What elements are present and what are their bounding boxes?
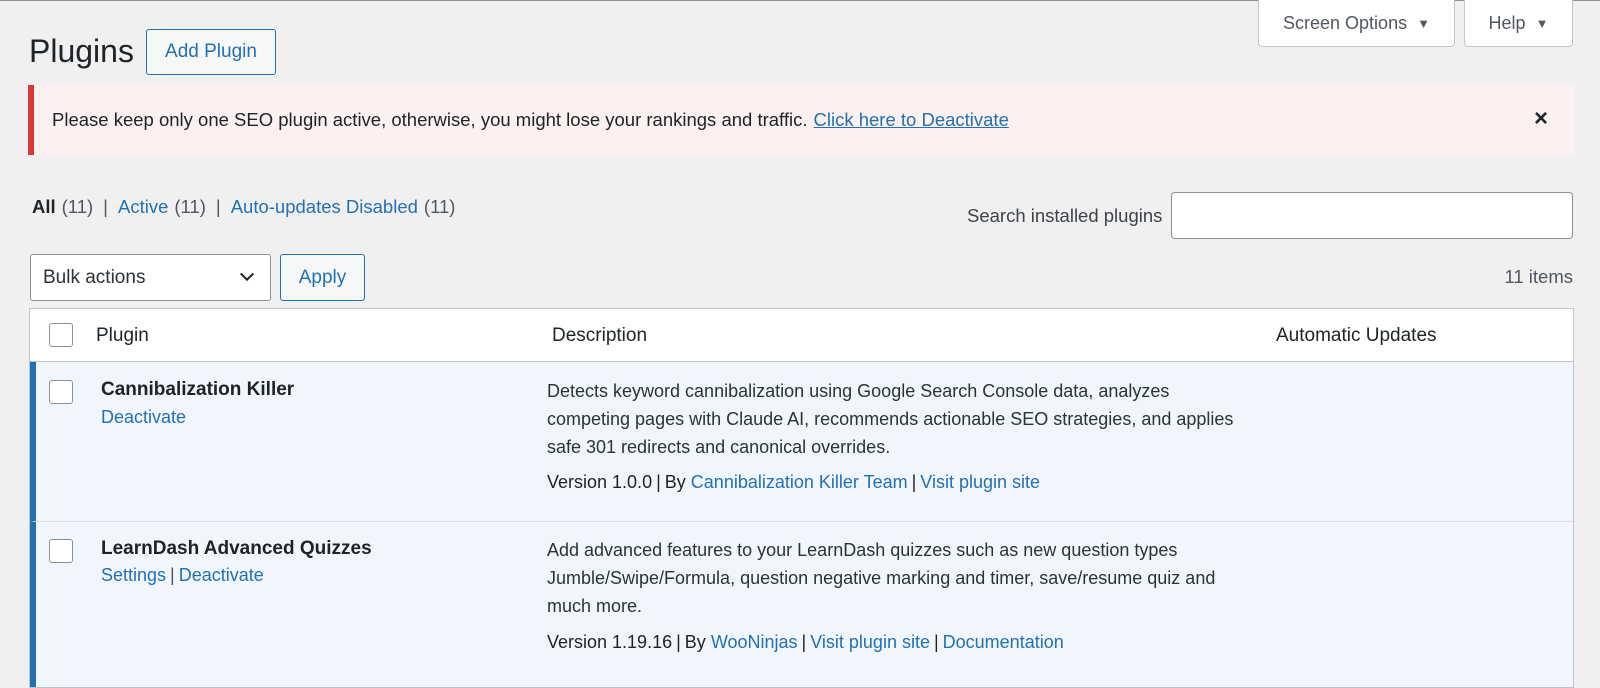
- chevron-down-icon: [239, 272, 255, 282]
- caret-down-icon: ▼: [1417, 15, 1430, 31]
- column-plugin: Plugin: [96, 325, 149, 346]
- filter-active[interactable]: Active: [118, 196, 168, 218]
- settings-link[interactable]: Settings: [101, 565, 166, 585]
- by-label: By: [684, 632, 706, 652]
- deactivate-link[interactable]: Deactivate: [179, 565, 264, 585]
- caret-down-icon: ▼: [1535, 15, 1549, 31]
- screen-options-tab[interactable]: Screen Options ▼: [1258, 0, 1455, 47]
- items-count: 11 items: [1504, 266, 1573, 287]
- row-actions: Deactivate: [101, 407, 186, 428]
- plugin-meta: Version 1.0.0 | By Cannibalization Killer …: [547, 472, 1041, 492]
- column-automatic-updates: Automatic Updates: [1276, 325, 1437, 346]
- search-label: Search installed plugins: [967, 205, 1163, 226]
- visit-plugin-site-link[interactable]: Visit plugin site: [920, 472, 1040, 492]
- plugin-version: Version 1.19.16: [547, 632, 673, 652]
- by-label: By: [664, 472, 686, 492]
- help-tab[interactable]: Help ▼: [1464, 0, 1573, 47]
- documentation-link[interactable]: Documentation: [943, 632, 1064, 652]
- visit-plugin-site-link[interactable]: Visit plugin site: [810, 632, 930, 652]
- filter-auto-updates-disabled[interactable]: Auto-updates Disabled: [231, 196, 418, 218]
- plugin-description: Detects keyword cannibalization using Go…: [547, 381, 1234, 457]
- deactivate-link[interactable]: Deactivate: [101, 407, 186, 427]
- screen-options-label: Screen Options: [1283, 12, 1408, 33]
- seo-notice: Please keep only one SEO plugin active, …: [28, 85, 1574, 155]
- plugin-name: LearnDash Advanced Quizzes: [101, 538, 372, 559]
- bulk-actions-select[interactable]: Bulk actions: [30, 254, 271, 301]
- table-row: Cannibalization Killer Deactivate Detect…: [30, 362, 1573, 521]
- select-all-checkbox[interactable]: [49, 323, 73, 347]
- apply-button[interactable]: Apply: [280, 254, 365, 301]
- table-header: Plugin Description Automatic Updates: [30, 309, 1573, 362]
- column-description: Description: [552, 325, 648, 346]
- table-row: LearnDash Advanced Quizzes Settings | Deac…: [30, 521, 1573, 687]
- plugin-meta: Version 1.19.16 | By WooNinjas | Visit plugi…: [547, 632, 1064, 652]
- notice-text: Please keep only one SEO plugin active, …: [52, 109, 808, 130]
- search-plugins-input[interactable]: [1171, 192, 1573, 239]
- plugins-table: Plugin Description Automatic Updates Can…: [29, 308, 1574, 688]
- plugin-filters: All (11) | Active (11) | Auto-updates Di…: [32, 196, 455, 218]
- filter-all[interactable]: All: [32, 196, 56, 218]
- author-link[interactable]: Cannibalization Killer Team: [691, 472, 908, 492]
- row-checkbox[interactable]: [49, 539, 73, 563]
- filter-separator: |: [103, 196, 108, 217]
- bulk-actions-value: Bulk actions: [43, 266, 146, 288]
- author-link[interactable]: WooNinjas: [711, 632, 798, 652]
- filter-all-count: (11): [61, 196, 94, 217]
- plugin-description: Add advanced features to your LearnDash …: [547, 540, 1216, 616]
- help-label: Help: [1488, 12, 1526, 33]
- row-actions: Settings | Deactivate: [101, 565, 264, 585]
- row-checkbox[interactable]: [49, 380, 73, 404]
- page-title: Plugins: [29, 33, 134, 69]
- add-plugin-button[interactable]: Add Plugin: [146, 29, 276, 75]
- deactivate-link[interactable]: Click here to Deactivate: [814, 109, 1009, 131]
- filter-active-count: (11): [174, 196, 206, 217]
- plugin-name: Cannibalization Killer: [101, 379, 295, 400]
- filter-separator: |: [215, 196, 221, 217]
- filter-auto-count: (11): [423, 196, 456, 217]
- close-icon[interactable]: ×: [1534, 105, 1548, 133]
- plugin-version: Version 1.0.0: [547, 472, 653, 492]
